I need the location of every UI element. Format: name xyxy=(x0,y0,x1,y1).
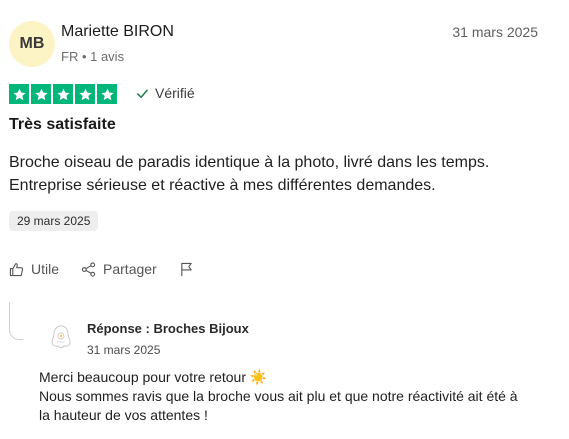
useful-label: Utile xyxy=(31,261,60,277)
useful-button[interactable]: Utile xyxy=(9,261,59,277)
star-icon xyxy=(9,84,29,104)
verified-label: Vérifié xyxy=(155,85,195,101)
company-logo-icon xyxy=(51,325,71,348)
star-icon xyxy=(97,84,117,104)
thumbs-up-icon xyxy=(9,262,24,276)
share-button[interactable]: Partager xyxy=(81,261,157,277)
reviewer-meta: FR • 1 avis xyxy=(61,49,125,64)
reply-body-line: Merci beaucoup pour votre retour ☀️ xyxy=(39,369,268,385)
star-icon xyxy=(75,84,95,104)
star-icon xyxy=(31,84,51,104)
company-logo xyxy=(48,323,74,351)
review-body-line: Broche oiseau de paradis identique à la … xyxy=(9,154,490,171)
review-title: Très satisfaite xyxy=(9,116,116,133)
reply-connector xyxy=(9,302,23,340)
reply-body-line: la hauteur de vos attentes ! xyxy=(39,407,208,423)
reply-body-line: Nous sommes ravis que la broche vous ait… xyxy=(39,388,518,404)
star-rating xyxy=(9,84,117,104)
reply-company: Réponse : Broches Bijoux xyxy=(87,321,249,336)
checkmark-icon xyxy=(137,89,148,98)
experience-date-badge: 29 mars 2025 xyxy=(9,211,99,231)
reply-date: 31 mars 2025 xyxy=(87,343,161,357)
reviewer-name[interactable]: Mariette BIRON xyxy=(61,23,174,41)
share-label: Partager xyxy=(103,261,157,277)
review-body-line: Entreprise sérieuse et réactive à mes di… xyxy=(9,177,436,194)
verified-badge[interactable]: Vérifié xyxy=(136,85,195,101)
star-icon xyxy=(53,84,73,104)
reply-body: Merci beaucoup pour votre retour ☀️ Nous… xyxy=(39,368,549,425)
review-date: 31 mars 2025 xyxy=(452,24,538,40)
review-actions: Utile Partager xyxy=(9,261,194,277)
review-body: Broche oiseau de paradis identique à la … xyxy=(9,151,549,197)
flag-icon xyxy=(180,262,192,276)
share-icon xyxy=(81,261,96,277)
reviewer-avatar: MB xyxy=(9,21,55,67)
report-button[interactable] xyxy=(179,262,194,277)
